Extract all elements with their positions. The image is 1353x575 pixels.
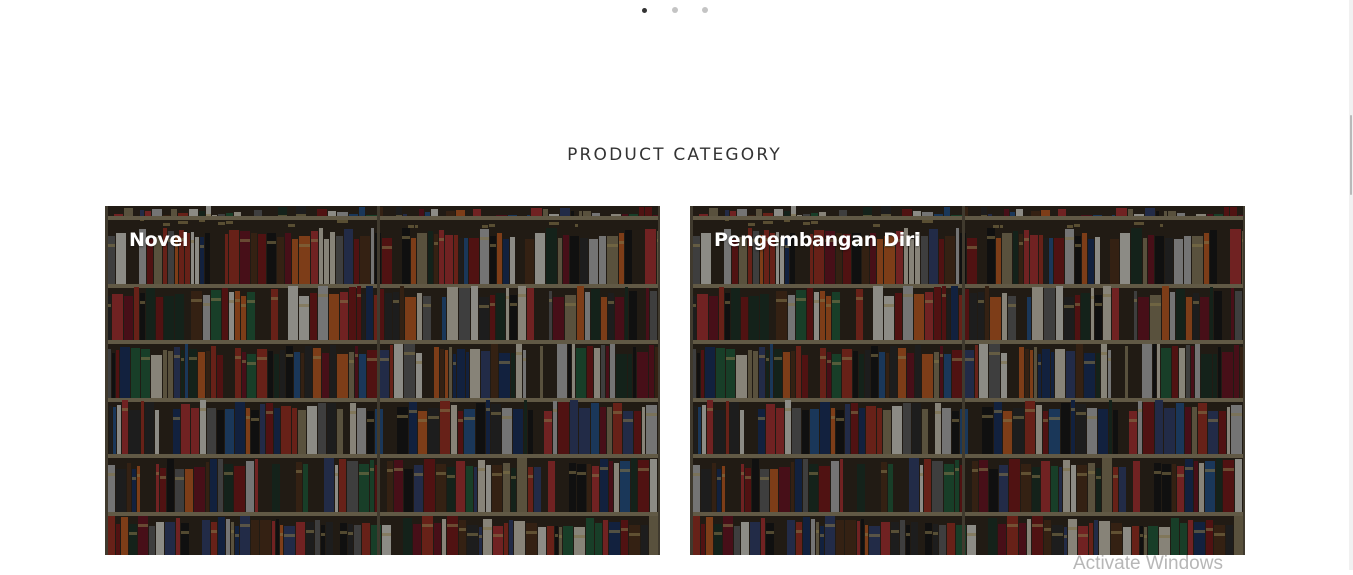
category-label: Pengembangan Diri	[714, 229, 921, 251]
activate-windows-watermark: Activate Windows	[1073, 553, 1223, 574]
page-scrollbar[interactable]	[1349, 0, 1353, 570]
scrollbar-thumb[interactable]	[1350, 115, 1352, 195]
carousel-dot-1[interactable]	[642, 7, 647, 13]
category-card-pengembangan-diri[interactable]: Pengembangan Diri	[690, 206, 1245, 555]
section-title: PRODUCT CATEGORY	[567, 145, 782, 165]
card-overlay	[690, 206, 1245, 555]
carousel-dot-3[interactable]	[702, 7, 708, 13]
carousel-dot-2[interactable]	[672, 7, 678, 13]
category-label: Novel	[129, 229, 189, 251]
category-card-novel[interactable]: Novel	[105, 206, 660, 555]
carousel-dots	[0, 7, 1349, 15]
card-overlay	[105, 206, 660, 555]
